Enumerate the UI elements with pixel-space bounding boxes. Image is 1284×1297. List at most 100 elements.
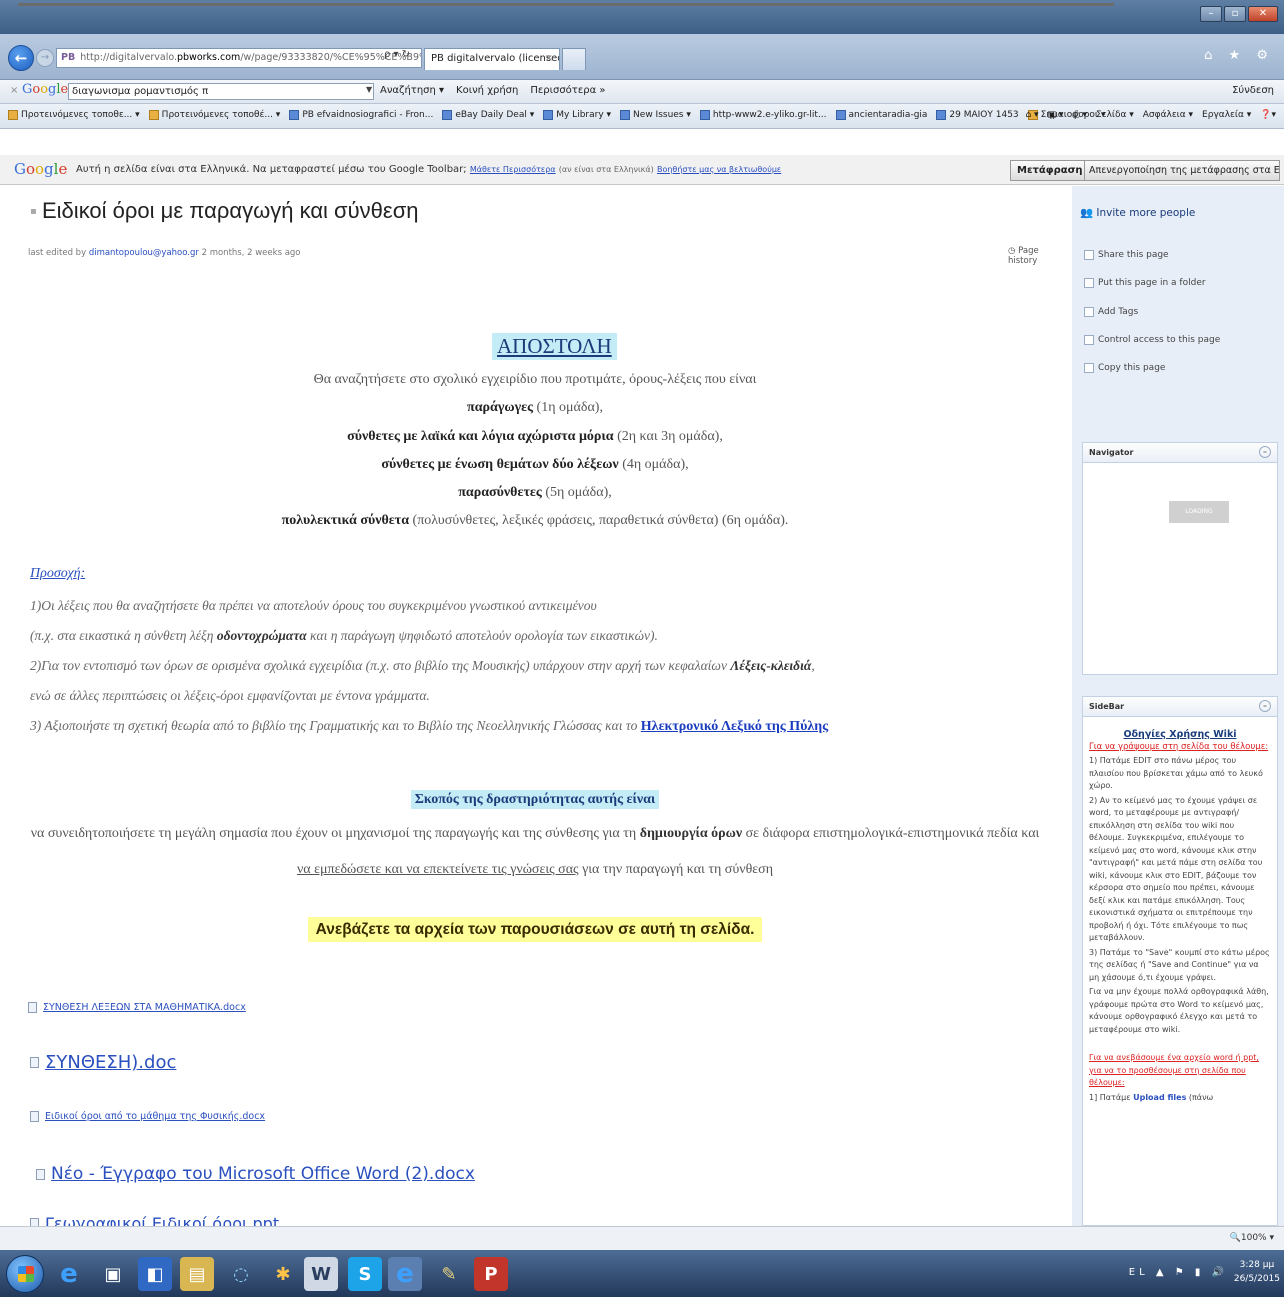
favorite-item[interactable]: eBay Daily Deal ▾ [442,110,534,120]
media-icon[interactable]: ◌ [224,1257,258,1291]
address-bar[interactable]: PB http://digitalvervalo.pbworks.com/w/p… [56,48,422,68]
maximize-button[interactable]: ▫ [1224,6,1246,22]
feedback-link[interactable]: Βοηθήστε μας να βελτιωθούμε [657,165,781,174]
start-button[interactable] [6,1255,44,1293]
powerpoint-icon[interactable]: P [474,1257,508,1291]
favorite-item[interactable]: Προτεινόμενες τοποθέ... ▾ [148,110,280,120]
learn-more-link[interactable]: Μάθετε Περισσότερα [470,165,556,174]
page-menu[interactable]: Σελίδα ▾ [1096,110,1134,120]
windows-taskbar: e ▣ ◧ ▤ ◌ ✱ W S e ✎ P EL ▲ ⚑ ▮ 🔊 3:28 μμ… [0,1250,1284,1297]
internet-explorer-icon[interactable]: e [388,1257,422,1291]
address-tools[interactable]: ρ ▾ ↻ [384,49,410,60]
favorite-item[interactable]: 29 ΜΑΙΟΥ 1453 [936,110,1019,120]
app-icon[interactable]: ◧ [138,1257,172,1291]
google-toolbar-logo: Google [22,82,69,97]
title-bullet-icon: ▪ [30,206,37,217]
mission-item: σύνθετες με λαϊκά και λόγια αχώριστα μόρ… [347,429,723,444]
instruction-text: Για να μην έχουμε πολλά ορθογραφικά λάθη… [1089,987,1269,1034]
favorite-item[interactable]: ancientaradia-gia [835,110,927,120]
page-icon [936,110,947,120]
close-icon[interactable]: × [10,85,18,96]
collapse-icon[interactable]: – [1259,446,1271,458]
page-icon [543,110,554,120]
invite-people-link[interactable]: 👥 Invite more people [1080,206,1195,219]
computer-icon[interactable]: ▣ [96,1257,130,1291]
help-icon[interactable]: ❓▾ [1260,110,1276,120]
google-signin-button[interactable]: Σύνδεση [1232,85,1274,96]
page-icon [620,110,631,120]
system-tray[interactable]: EL ▲ ⚑ ▮ 🔊 [1129,1267,1228,1278]
tools-menu[interactable]: Εργαλεία ▾ [1202,110,1251,120]
file-attachment[interactable]: ΣΥΝΘΕΣΗ ΛΕΞΕΩΝ ΣΤΑ ΜΑΘΗΜΑΤΙΚΑ.docx [28,1002,246,1013]
sidebar-header: SideBar – [1083,697,1277,717]
print-icon[interactable]: ⎙ ▾ [1072,110,1087,120]
clock[interactable]: 3:28 μμ 26/5/2015 [1234,1258,1280,1286]
translate-button[interactable]: Μετάφραση [1010,160,1090,181]
dictionary-link[interactable]: Ηλεκτρονικό Λεξικό της Πύλης [641,719,828,734]
command-bar: ⌂ ▾ ▣ ▾ ⎙ ▾ Σελίδα ▾ Ασφάλεια ▾ Εργαλεία… [1025,110,1276,120]
mission-item: σύνθετες με ένωση θεμάτων δύο λέξεων (4η… [381,457,689,472]
collapse-icon[interactable]: – [1259,700,1271,712]
google-search-button[interactable]: Αναζήτηση ▾ [380,85,444,96]
google-share-button[interactable]: Κοινή χρήση [456,85,518,96]
feeds-icon[interactable]: ▣ ▾ [1048,110,1064,120]
wiki-instructions-title[interactable]: Οδηγίες Χρήσης Wiki [1083,729,1277,740]
file-attachment[interactable]: Νέο - Έγγραφο του Microsoft Office Word … [36,1164,475,1184]
file-attachment[interactable]: Γεωγραφικοί Ειδικοί όροι.ppt [30,1214,279,1226]
copy-page-action[interactable]: Copy this page [1084,363,1165,373]
close-window-button[interactable]: ✕ [1248,6,1278,22]
favorite-item[interactable]: PB efvaidnosiografici - Fron... [289,110,433,120]
new-tab-button[interactable] [562,48,586,70]
key-icon [1084,335,1094,345]
instruction-text: 2) Αν το κείμενό μας το έχουμε γράψει σε… [1089,795,1263,943]
favorite-item[interactable]: Προτεινόμενες τοποθε... ▾ [8,110,140,120]
presentation-icon [30,1218,39,1226]
upload-note: Ανεβάζετε τα αρχεία των παρουσιάσεων σε … [0,917,1070,942]
purpose-heading: Σκοπός της δραστηριότητας αυτής είναι [0,790,1070,809]
forward-button[interactable]: → [36,49,54,67]
folder-page-action[interactable]: Put this page in a folder [1084,278,1206,288]
disable-translation-button[interactable]: Απενεργοποίηση της μετάφρασης στα Ελληνι… [1084,160,1280,181]
share-page-action[interactable]: Share this page [1084,250,1169,260]
access-page-action[interactable]: Control access to this page [1084,335,1220,345]
file-attachment[interactable]: ΣΥΝΘΕΣΗ).doc [30,1052,176,1073]
address-domain: pbworks.com [177,52,241,63]
document-icon [36,1168,45,1180]
page-history-link[interactable]: ◷ Page history [1008,246,1070,266]
google-toolbar: × Google διαγωνισμα ρομαντισμός π ▼ Αναζ… [0,80,1284,104]
instruction-text: 1] Πατάμε Upload files (πάνω [1089,1092,1214,1102]
document-icon [30,1057,39,1068]
folder-icon[interactable]: ▤ [180,1257,214,1291]
back-button[interactable]: ← [8,45,34,71]
skype-icon[interactable]: S [348,1257,382,1291]
tab-close-icon[interactable]: × [545,49,553,69]
word-icon[interactable]: W [304,1257,338,1291]
navigator-header: Navigator – [1083,443,1277,463]
safety-menu[interactable]: Ασφάλεια ▾ [1143,110,1193,120]
favorites-bar: Προτεινόμενες τοποθε... ▾ Προτεινόμενες … [0,104,1284,129]
window-controls: – ▫ ✕ [1200,6,1278,22]
browser-home-favorites-tools-icons[interactable]: ⌂ ★ ⚙ [1204,48,1274,63]
tab-active[interactable]: PB digitalvervalo (licensed f... × [424,48,560,70]
home-icon[interactable]: ⌂ ▾ [1025,110,1038,120]
mission-heading: ΑΠΟΣΤΟΛΗ [492,333,617,360]
loading-indicator: LOADING [1169,501,1229,523]
google-more-button[interactable]: Περισσότερα » [530,85,605,96]
favorite-item[interactable]: My Library ▾ [543,110,611,120]
favorite-item[interactable]: New Issues ▾ [620,110,691,120]
editor-user-link[interactable]: dimantopoulou@yahoo.gr [89,248,199,258]
favorite-item[interactable]: http-www2.e-yliko.gr-lit... [699,110,827,120]
file-attachment[interactable]: Ειδικοί όροι από το μάθημα της Φυσικής.d… [30,1111,265,1122]
tag-icon [1084,307,1094,317]
minimize-button[interactable]: – [1200,6,1222,22]
internet-explorer-icon[interactable]: e [52,1257,86,1291]
note-line: 1)Οι λέξεις που θα αναζητήσετε θα πρέπει… [30,598,597,613]
zoom-level[interactable]: 🔍100% ▾ [1230,1233,1274,1243]
add-tags-action[interactable]: Add Tags [1084,307,1138,317]
google-search-input[interactable]: διαγωνισμα ρομαντισμός π [68,83,374,100]
messenger-icon[interactable]: ✱ [266,1257,300,1291]
chevron-down-icon[interactable]: ▼ [366,85,372,94]
instruction-text: 1) Πατάμε EDIT στο πάνω μέρος του πλαισί… [1089,756,1263,790]
tab-title: PB digitalvervalo (licensed f... [431,53,560,64]
paint-icon[interactable]: ✎ [432,1257,466,1291]
